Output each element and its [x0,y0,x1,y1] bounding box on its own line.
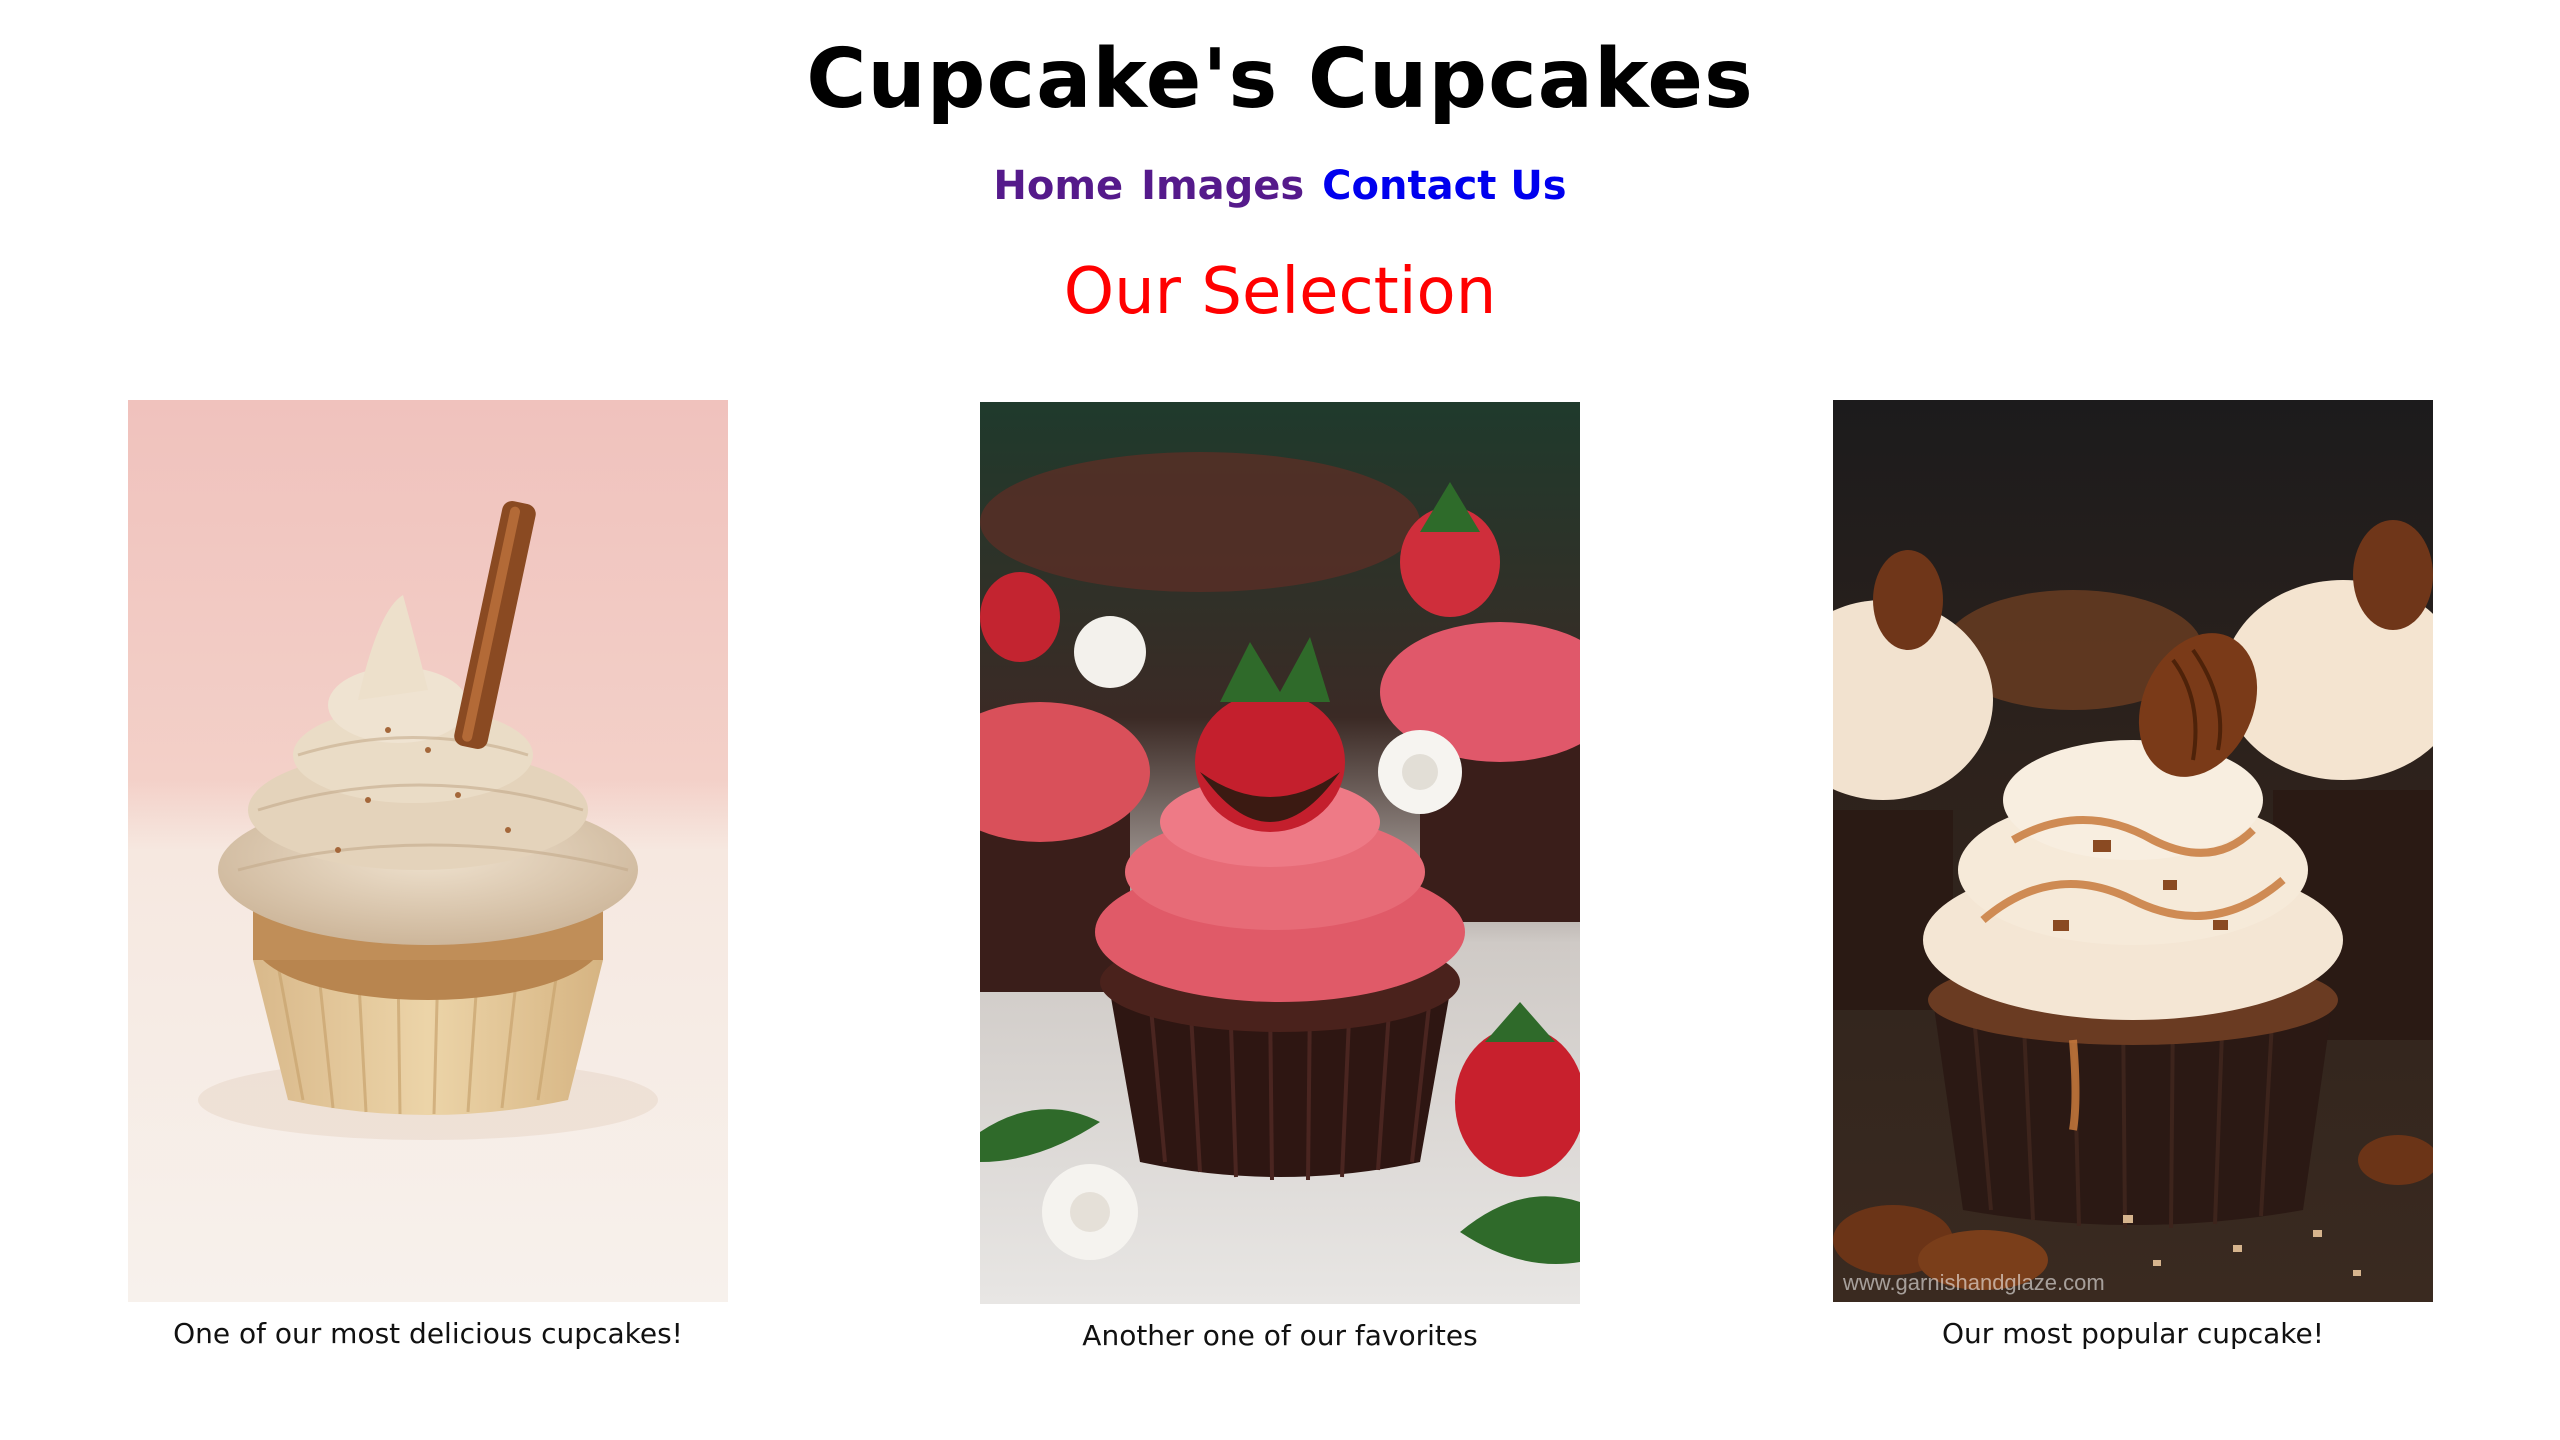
site-title: Cupcake's Cupcakes [806,32,1754,127]
card-caption: Our most popular cupcake! [1942,1317,2324,1350]
nav-link-home[interactable]: Home [993,163,1123,209]
page: Cupcake's Cupcakes Home Images Contact U… [0,0,2560,1440]
main-nav: Home Images Contact Us [0,158,2560,214]
cupcake-card-3: www.garnishandglaze.com Our most popular… [1833,400,2433,1354]
nav-link-images[interactable]: Images [1141,163,1304,209]
cinnamon-cupcake-photo [128,400,728,1302]
cupcake-card-2: Another one of our favorites [980,402,1580,1356]
nav-link-contact-us[interactable]: Contact Us [1322,163,1566,209]
pecan-caramel-cupcake-photo: www.garnishandglaze.com [1833,400,2433,1302]
strawberry-chocolate-cupcake-photo [980,402,1580,1304]
card-caption: One of our most delicious cupcakes! [173,1317,683,1350]
cupcake-card-1: One of our most delicious cupcakes! [128,400,728,1354]
section-heading: Our Selection [1063,255,1497,329]
photo-watermark: www.garnishandglaze.com [1842,1270,2105,1295]
card-caption: Another one of our favorites [1082,1319,1478,1352]
